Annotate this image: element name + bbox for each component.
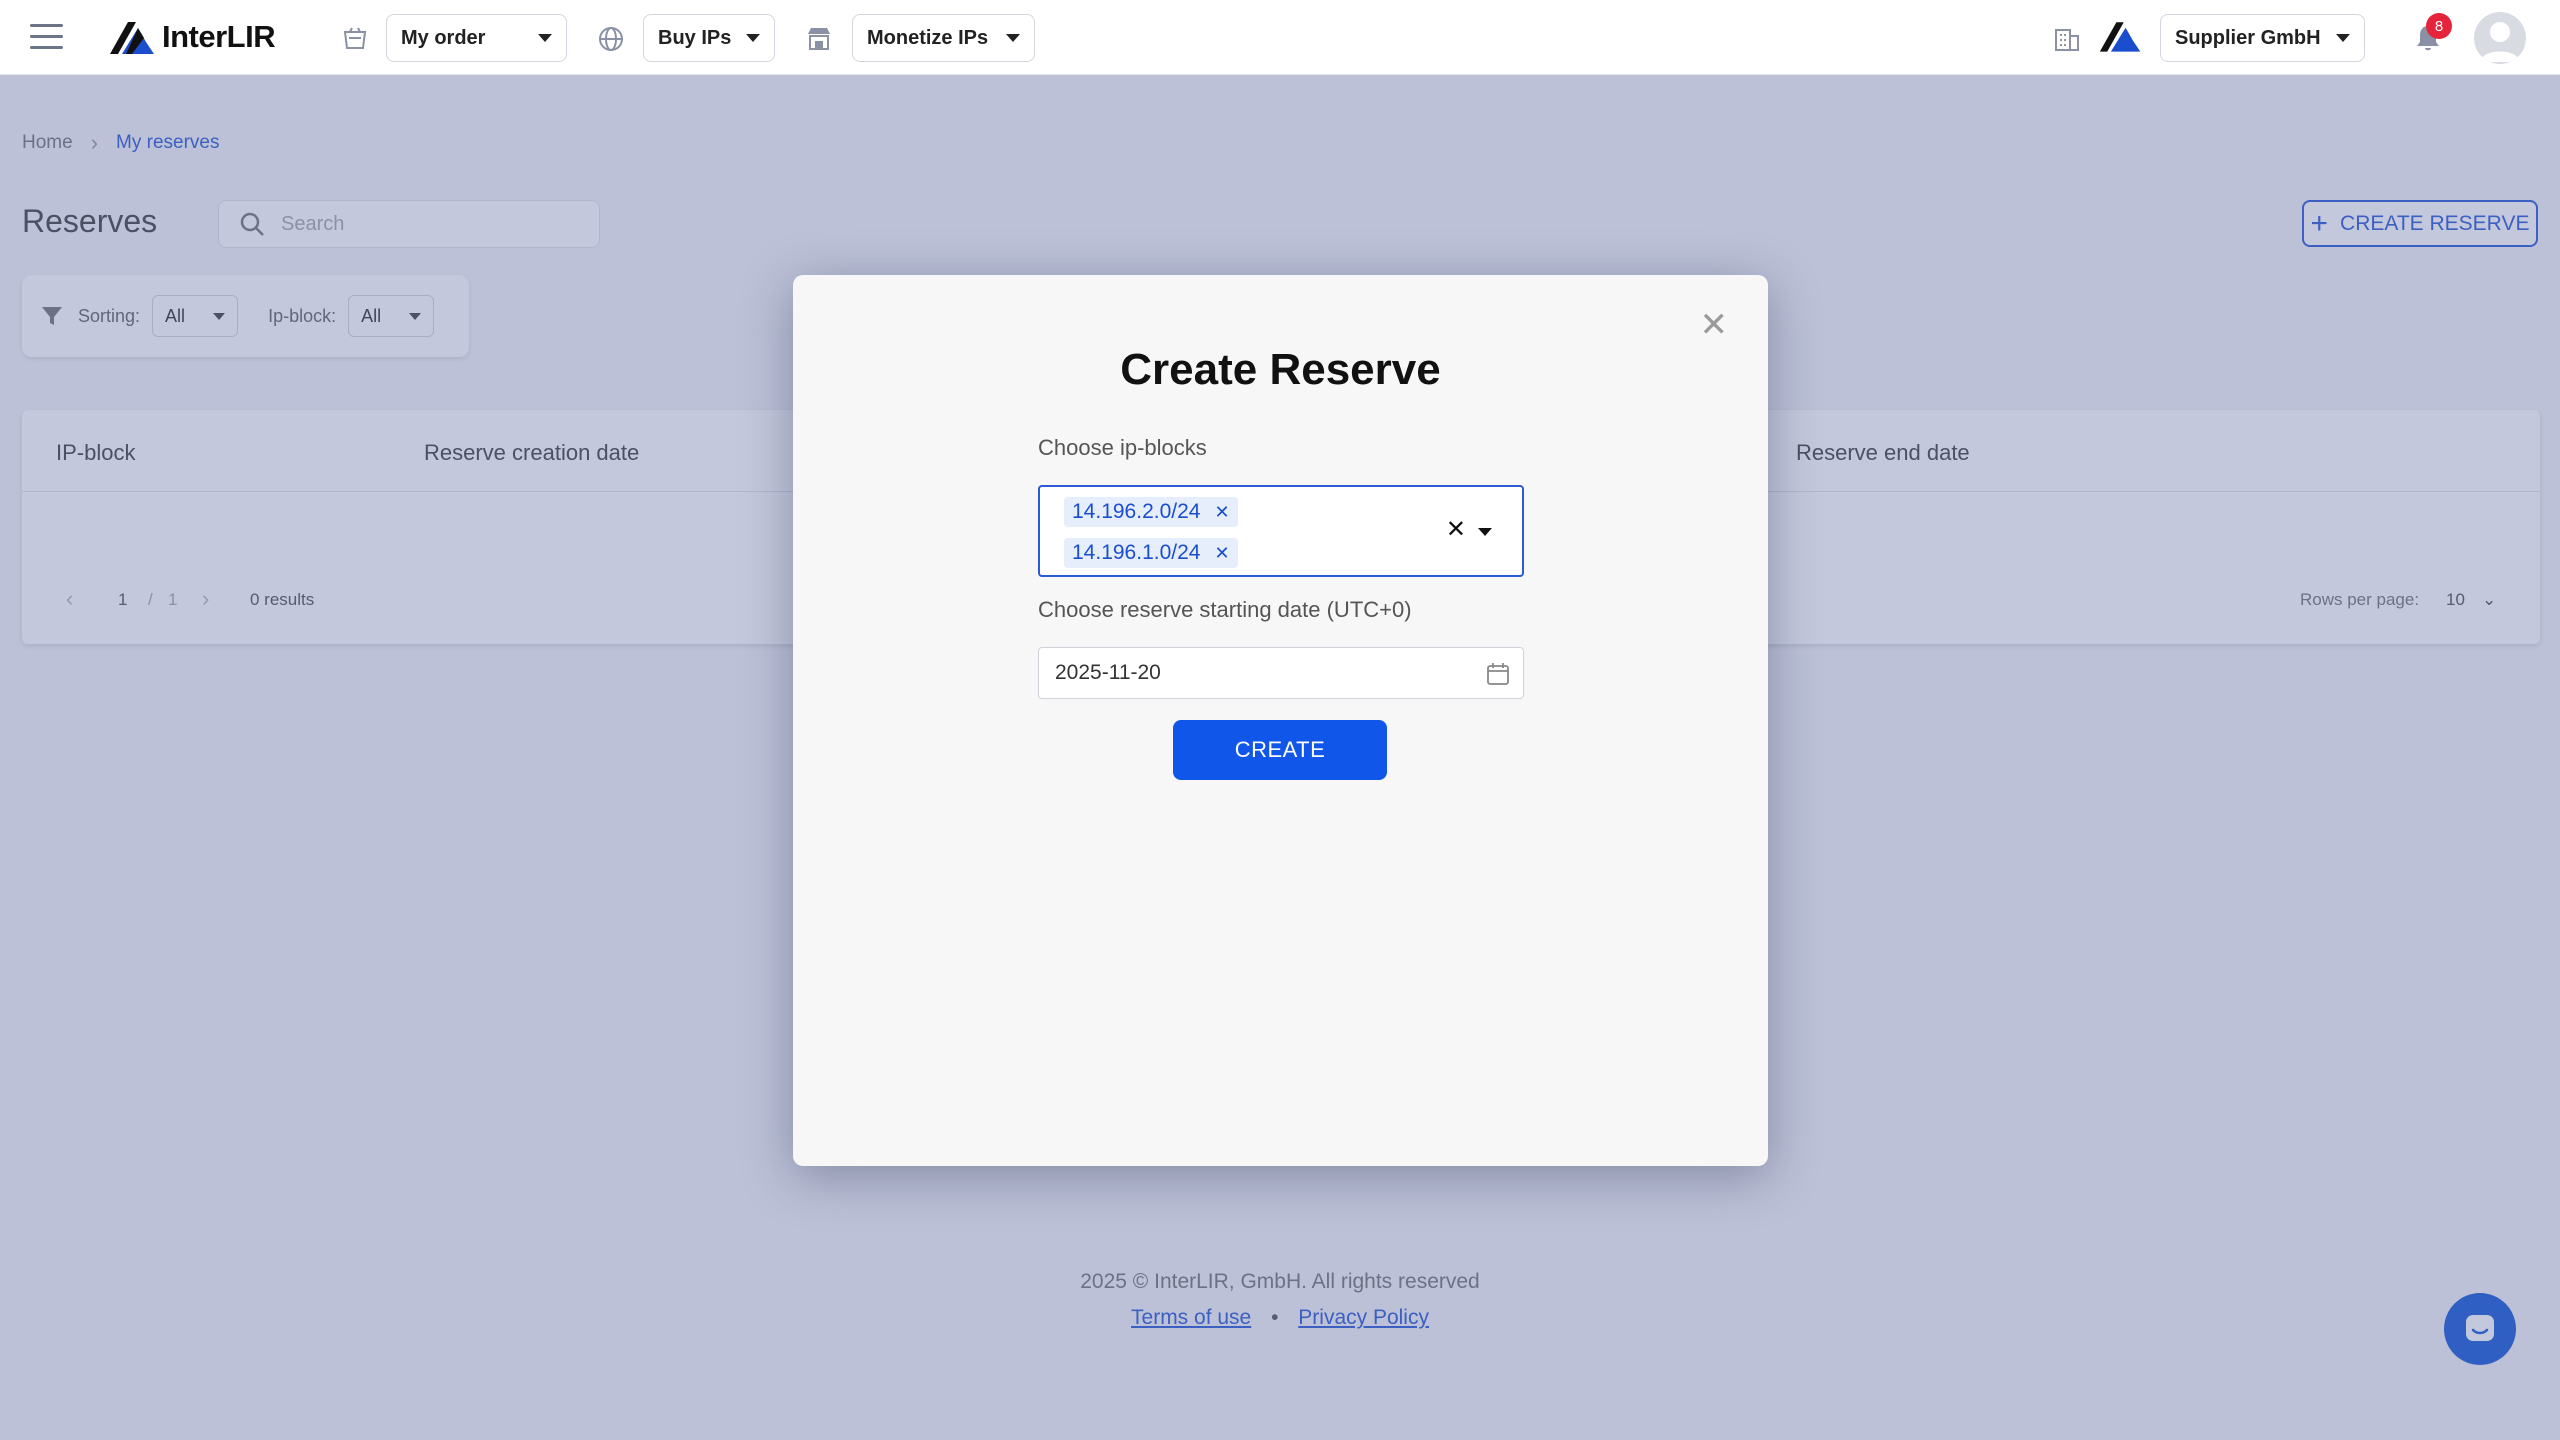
create-reserve-modal: ✕ Create Reserve Choose ip-blocks 14.196…: [793, 275, 1768, 1166]
clear-selection-icon[interactable]: ✕: [1446, 515, 1466, 544]
user-icon: [2480, 22, 2520, 62]
date-label: Choose reserve starting date (UTC+0): [1038, 597, 1412, 622]
modal-title: Create Reserve: [1120, 345, 1441, 394]
start-date-value: 2025-11-20: [1055, 661, 1161, 684]
globe-icon: [599, 27, 623, 51]
chevron-down-icon: [746, 34, 760, 42]
start-date-field[interactable]: 2025-11-20: [1038, 647, 1524, 699]
store-icon: [808, 28, 830, 50]
my-order-label: My order: [401, 26, 486, 49]
brand-logo[interactable]: InterLIR: [108, 18, 276, 56]
interlir-logo-icon: [110, 22, 154, 54]
monetize-ips-dropdown[interactable]: Monetize IPs: [852, 14, 1035, 62]
cart-icon: [343, 27, 367, 49]
notification-badge: 8: [2426, 13, 2452, 39]
ipblock-chip: 14.196.1.0/24 ✕: [1064, 538, 1238, 568]
close-icon[interactable]: ✕: [1700, 305, 1729, 345]
buy-ips-dropdown[interactable]: Buy IPs: [643, 14, 775, 62]
buy-ips-label: Buy IPs: [658, 26, 732, 49]
menu-icon[interactable]: [30, 24, 63, 52]
ipblock-chip-label: 14.196.1.0/24: [1072, 541, 1201, 564]
remove-chip-icon[interactable]: ✕: [1214, 543, 1229, 564]
chevron-down-icon: [1006, 34, 1020, 42]
create-button[interactable]: CREATE: [1173, 720, 1387, 780]
monetize-ips-label: Monetize IPs: [867, 26, 989, 49]
remove-chip-icon[interactable]: ✕: [1214, 502, 1229, 523]
ipblocks-multiselect[interactable]: 14.196.2.0/24 ✕ 14.196.1.0/24 ✕ ✕: [1038, 485, 1524, 577]
building-icon: [2055, 29, 2079, 51]
calendar-icon[interactable]: [1485, 661, 1511, 687]
my-order-dropdown[interactable]: My order: [386, 14, 567, 62]
ipblock-chip-label: 14.196.2.0/24: [1072, 500, 1201, 523]
user-avatar[interactable]: [2474, 12, 2526, 64]
company-dropdown[interactable]: Supplier GmbH: [2160, 14, 2365, 62]
ipblocks-label: Choose ip-blocks: [1038, 435, 1207, 460]
company-logo-icon: [2099, 22, 2141, 52]
company-name: Supplier GmbH: [2175, 26, 2321, 49]
chevron-down-icon: [2336, 34, 2350, 42]
chevron-down-icon: [538, 34, 552, 42]
ipblock-chip: 14.196.2.0/24 ✕: [1064, 497, 1238, 527]
brand-name: InterLIR: [162, 19, 276, 54]
top-navigation-bar: InterLIR My order Buy IPs Monetize IPs S…: [0, 0, 2560, 75]
chevron-down-icon[interactable]: [1478, 528, 1492, 536]
